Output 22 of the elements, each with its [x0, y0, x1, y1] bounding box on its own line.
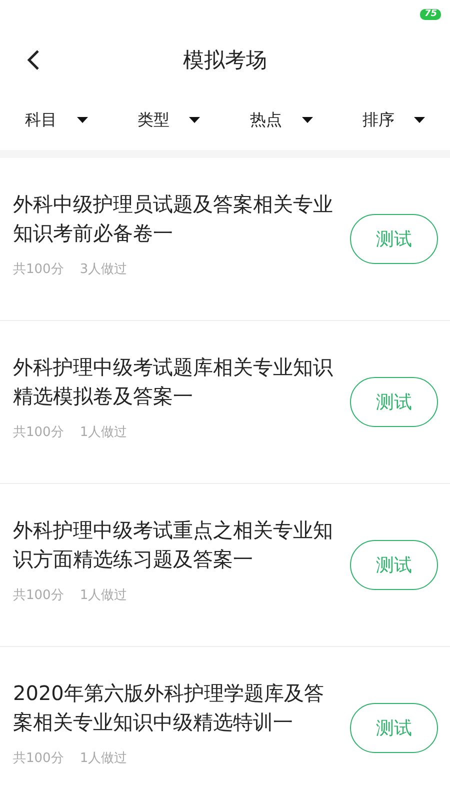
battery-icon: 75	[420, 8, 441, 20]
exam-takers: 1人做过	[80, 587, 128, 604]
filter-dropdown[interactable]: 排序	[338, 106, 450, 134]
exam-score: 共100分	[13, 261, 64, 278]
filter-dropdown[interactable]: 科目	[0, 106, 112, 134]
exam-takers: 3人做过	[80, 261, 128, 278]
dropdown-caret-icon	[76, 117, 88, 123]
exam-title: 2020年第六版外科护理学题库及答案相关专业知识中级精选特训一	[13, 680, 325, 736]
dropdown-caret-icon	[189, 117, 200, 123]
dropdown-caret-icon	[302, 117, 313, 123]
dropdown-caret-icon	[414, 117, 426, 123]
filter-dropdown[interactable]: 类型	[112, 106, 225, 134]
exam-title: 外科护理中级考试重点之相关专业知识方面精选练习题及答案一	[13, 517, 334, 573]
filter-dropdown[interactable]: 热点	[225, 106, 338, 134]
exam-takers: 1人做过	[80, 424, 128, 441]
exam-score: 共100分	[13, 587, 64, 604]
exam-score: 共100分	[13, 750, 64, 767]
exam-title: 外科护理中级考试题库相关专业知识精选模拟卷及答案一	[13, 354, 334, 410]
exam-title: 外科中级护理员试题及答案相关专业知识考前必备卷一	[13, 191, 334, 247]
exam-score: 共100分	[13, 424, 64, 441]
page-title: 模拟考场	[183, 47, 267, 74]
exam-takers: 1人做过	[80, 750, 128, 767]
